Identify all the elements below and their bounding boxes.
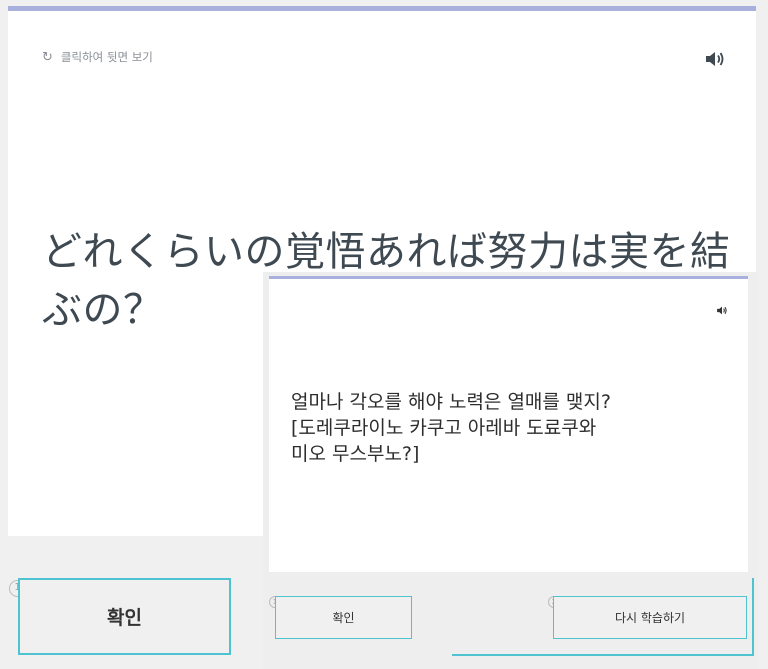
speaker-icon[interactable] [704,49,726,69]
back-text-line-1: 얼마나 각오를 해야 노력은 열매를 맺지? [291,391,611,413]
refresh-icon: ↻ [42,49,53,65]
speaker-icon-small[interactable] [716,301,728,315]
back-text-line-3: 미오 무스부노?] [291,443,420,465]
confirm-button[interactable]: 확인 [18,578,231,655]
flashcard-stage: ↻ 클릭하여 뒷면 보기 どれくらいの覚悟あれば努力は実を結ぶの？ 1 확인 얼… [0,0,768,669]
back-text-line-2: [도레쿠라이노 카쿠고 아레바 도료쿠와 [291,417,597,439]
confirm-button-small[interactable]: 확인 [275,596,412,639]
flip-hint[interactable]: ↻ 클릭하여 뒷면 보기 [42,49,153,65]
flip-hint-label: 클릭하여 뒷면 보기 [60,50,153,64]
relearn-button[interactable]: 다시 학습하기 [553,596,747,639]
back-text: 얼마나 각오를 해야 노력은 열매를 맺지? [도레쿠라이노 카쿠고 아레바 도… [291,389,731,467]
flashcard-back[interactable]: 얼마나 각오를 해야 노력은 열매를 맺지? [도레쿠라이노 카쿠고 아레바 도… [269,276,748,572]
